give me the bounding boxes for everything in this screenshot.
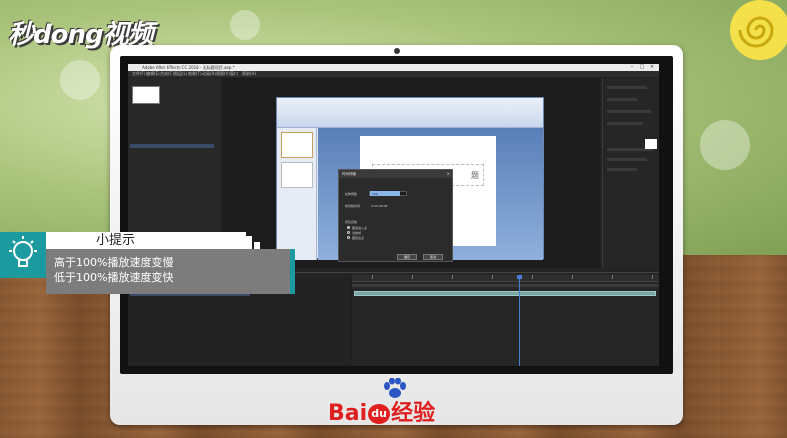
ruler-tick bbox=[492, 275, 493, 279]
ruler-tick bbox=[412, 275, 413, 279]
window-title: Adobe After Effects CC 2018 - 无标题项目.aep … bbox=[142, 65, 235, 70]
radio-current-frame-label: 当前帧 bbox=[352, 231, 362, 235]
maximize-icon[interactable]: □ bbox=[637, 64, 647, 71]
menubar: 文件(F) 编辑(E) 合成(C) 图层(L) 效果(T) 动画(A) 视图(V… bbox=[128, 71, 659, 77]
ruler-tick bbox=[652, 275, 653, 279]
hold-in-place-label: 原位定格 bbox=[345, 220, 358, 224]
tip-header: 小提示 bbox=[46, 232, 246, 249]
tip-line: 低于100%播放速度变快 bbox=[54, 271, 174, 284]
effects-preview-thumbnail bbox=[645, 139, 657, 149]
effects-row[interactable] bbox=[607, 168, 637, 171]
radio-out-point-label: 图层出点 bbox=[352, 236, 365, 240]
lightbulb-icon bbox=[9, 236, 37, 267]
ruler-tick bbox=[452, 275, 453, 279]
radio-in-point-label: 图层进入点 bbox=[352, 226, 368, 230]
menu-help[interactable]: 帮助(H) bbox=[242, 71, 256, 77]
tip-body: 高于100%播放速度变慢 低于100%播放速度变快 bbox=[46, 249, 290, 294]
menu-file[interactable]: 文件(F) bbox=[132, 71, 145, 77]
brand-text-right: 经验 bbox=[391, 401, 436, 426]
effects-row[interactable] bbox=[607, 110, 651, 113]
bokeh-light bbox=[230, 10, 260, 40]
screen: Adobe After Effects CC 2018 - 无标题项目.aep … bbox=[128, 64, 659, 366]
radio-current-frame[interactable] bbox=[347, 231, 350, 234]
time-stretch-dialog: 时间伸缩 × 拉伸因数 100 新持续时间 0:00:48:08 原位定格 图层… bbox=[338, 169, 453, 262]
bokeh-light bbox=[700, 120, 750, 170]
ppt-ribbon bbox=[277, 98, 543, 128]
new-duration-label: 新持续时间 bbox=[345, 204, 361, 208]
menu-layer[interactable]: 图层(L) bbox=[174, 71, 187, 77]
window-titlebar: Adobe After Effects CC 2018 - 无标题项目.aep … bbox=[128, 64, 659, 71]
new-duration-value[interactable]: 0:00:48:08 bbox=[371, 204, 387, 208]
tip-accent-bar bbox=[290, 249, 295, 294]
effects-row[interactable] bbox=[607, 98, 637, 101]
stretch-factor-label: 拉伸因数 bbox=[345, 192, 358, 196]
ok-button[interactable]: 确定 bbox=[397, 254, 417, 260]
ruler-tick bbox=[612, 275, 613, 279]
timeline-scrollbar[interactable] bbox=[352, 284, 659, 287]
bokeh-light bbox=[60, 60, 100, 100]
brand-du-badge: du bbox=[368, 404, 391, 424]
ppt-slide-thumbnail[interactable] bbox=[281, 132, 313, 158]
sun-swirl-icon bbox=[730, 0, 787, 60]
ruler-tick bbox=[532, 275, 533, 279]
ruler-tick bbox=[572, 275, 573, 279]
effects-row[interactable] bbox=[607, 86, 647, 89]
layer-clip-bar[interactable] bbox=[354, 291, 656, 296]
close-icon[interactable]: × bbox=[647, 64, 657, 71]
menu-window[interactable]: 窗口 bbox=[230, 71, 238, 77]
menu-composition[interactable]: 合成(C) bbox=[160, 71, 174, 77]
tip-decoration bbox=[246, 236, 252, 249]
dialog-close-icon[interactable]: × bbox=[447, 170, 450, 178]
stretch-factor-value: 100 bbox=[372, 192, 378, 196]
timeline-ruler[interactable] bbox=[352, 275, 659, 282]
project-item[interactable] bbox=[130, 150, 214, 154]
webcam bbox=[394, 48, 400, 54]
menu-edit[interactable]: 编辑(E) bbox=[146, 71, 160, 77]
menu-view[interactable]: 视图(V) bbox=[216, 71, 230, 77]
effects-row[interactable] bbox=[607, 158, 647, 161]
radio-out-point[interactable] bbox=[347, 236, 350, 239]
minimize-icon[interactable]: – bbox=[627, 64, 637, 71]
baidu-jingyan-logo: Bai du 经验 bbox=[328, 395, 435, 427]
menu-animation[interactable]: 动画(A) bbox=[202, 71, 216, 77]
project-thumbnail bbox=[132, 86, 160, 104]
radio-in-point[interactable] bbox=[347, 226, 350, 229]
tip-decoration bbox=[254, 242, 260, 249]
ruler-tick bbox=[372, 275, 373, 279]
effects-panel bbox=[602, 78, 659, 268]
project-item[interactable] bbox=[130, 144, 214, 148]
cancel-button[interactable]: 取消 bbox=[423, 254, 443, 260]
brand-text-left: Bai bbox=[328, 401, 368, 426]
tip-icon-box bbox=[0, 232, 46, 278]
tip-overlay: 小提示 高于100%播放速度变慢 低于100%播放速度变快 bbox=[0, 232, 297, 294]
dialog-title: 时间伸缩 bbox=[339, 170, 452, 178]
playhead-line bbox=[519, 275, 520, 366]
tip-line: 高于100%播放速度变慢 bbox=[54, 256, 174, 269]
ppt-slide-thumbnail[interactable] bbox=[281, 162, 313, 188]
menu-effect[interactable]: 效果(T) bbox=[188, 71, 202, 77]
effects-row[interactable] bbox=[607, 122, 643, 125]
